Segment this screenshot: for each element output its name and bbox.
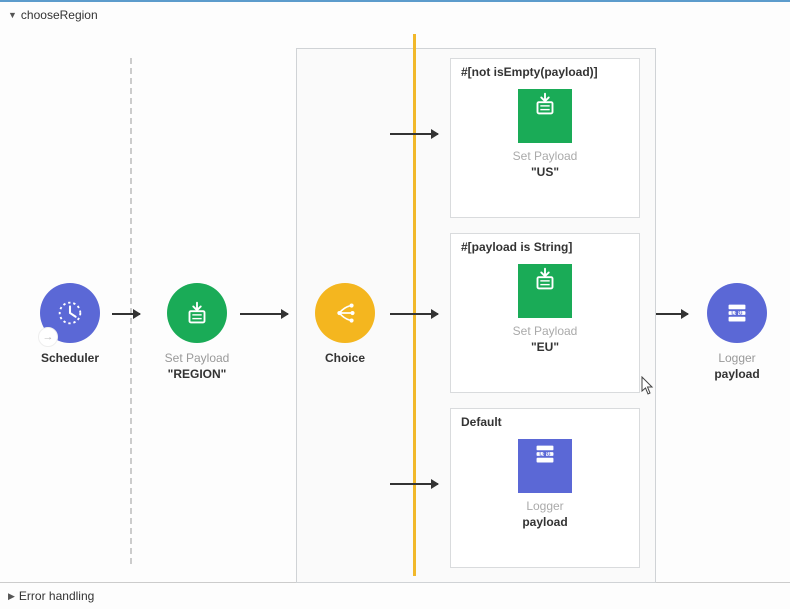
branch-1-condition: #[not isEmpty(payload)] xyxy=(451,59,639,85)
flow-title: chooseRegion xyxy=(21,8,98,22)
mouse-cursor-icon xyxy=(640,376,656,396)
logger-icon: LOG xyxy=(518,439,572,493)
choice-node[interactable]: Choice xyxy=(300,283,390,365)
branch-1-label1: Set Payload xyxy=(451,149,639,163)
branch-3-label2: payload xyxy=(451,515,639,529)
arrow-branch-1 xyxy=(390,133,438,135)
flow-header[interactable]: ▼ chooseRegion xyxy=(0,2,790,28)
logger-label1: Logger xyxy=(692,351,782,365)
logger-node[interactable]: LOG Logger payload xyxy=(692,283,782,381)
choice-route-bar xyxy=(413,34,416,576)
branch-2-label1: Set Payload xyxy=(451,324,639,338)
branch-3-condition: Default xyxy=(451,409,639,435)
choice-label: Choice xyxy=(300,351,390,365)
logger-icon: LOG xyxy=(707,283,767,343)
source-divider xyxy=(130,58,132,564)
collapse-icon: ▼ xyxy=(8,10,17,20)
logger-label2: payload xyxy=(692,367,782,381)
set-payload-icon xyxy=(518,264,572,318)
branch-2-condition: #[payload is String] xyxy=(451,234,639,260)
flow-canvas[interactable]: → Scheduler Set Payload "REGION" xyxy=(0,28,790,583)
scheduler-node[interactable]: → Scheduler xyxy=(25,283,115,365)
arrow-to-logger xyxy=(656,313,688,315)
arrow-branch-2 xyxy=(390,313,438,315)
arrow-1 xyxy=(112,313,140,315)
set-payload-icon xyxy=(518,89,572,143)
arrow-branch-3 xyxy=(390,483,438,485)
branch-2-label2: "EU" xyxy=(451,340,639,354)
branch-not-empty[interactable]: #[not isEmpty(payload)] Set Payload "US" xyxy=(450,58,640,218)
svg-text:LOG: LOG xyxy=(731,310,742,316)
set-payload-region-label1: Set Payload xyxy=(152,351,242,365)
scheduler-icon: → xyxy=(40,283,100,343)
svg-text:LOG: LOG xyxy=(539,451,550,457)
arrow-2 xyxy=(240,313,288,315)
branch-default[interactable]: Default LOG Logger payload xyxy=(450,408,640,568)
set-payload-icon xyxy=(167,283,227,343)
branch-1-label2: "US" xyxy=(451,165,639,179)
set-payload-region-node[interactable]: Set Payload "REGION" xyxy=(152,283,242,381)
error-handling-header[interactable]: ▶ Error handling xyxy=(0,583,790,609)
choice-icon xyxy=(315,283,375,343)
set-payload-region-label2: "REGION" xyxy=(152,367,242,381)
error-handling-title: Error handling xyxy=(19,589,94,603)
scheduler-label: Scheduler xyxy=(25,351,115,365)
branch-is-string[interactable]: #[payload is String] Set Payload "EU" xyxy=(450,233,640,393)
scheduler-badge-icon: → xyxy=(38,327,58,347)
branch-3-label1: Logger xyxy=(451,499,639,513)
